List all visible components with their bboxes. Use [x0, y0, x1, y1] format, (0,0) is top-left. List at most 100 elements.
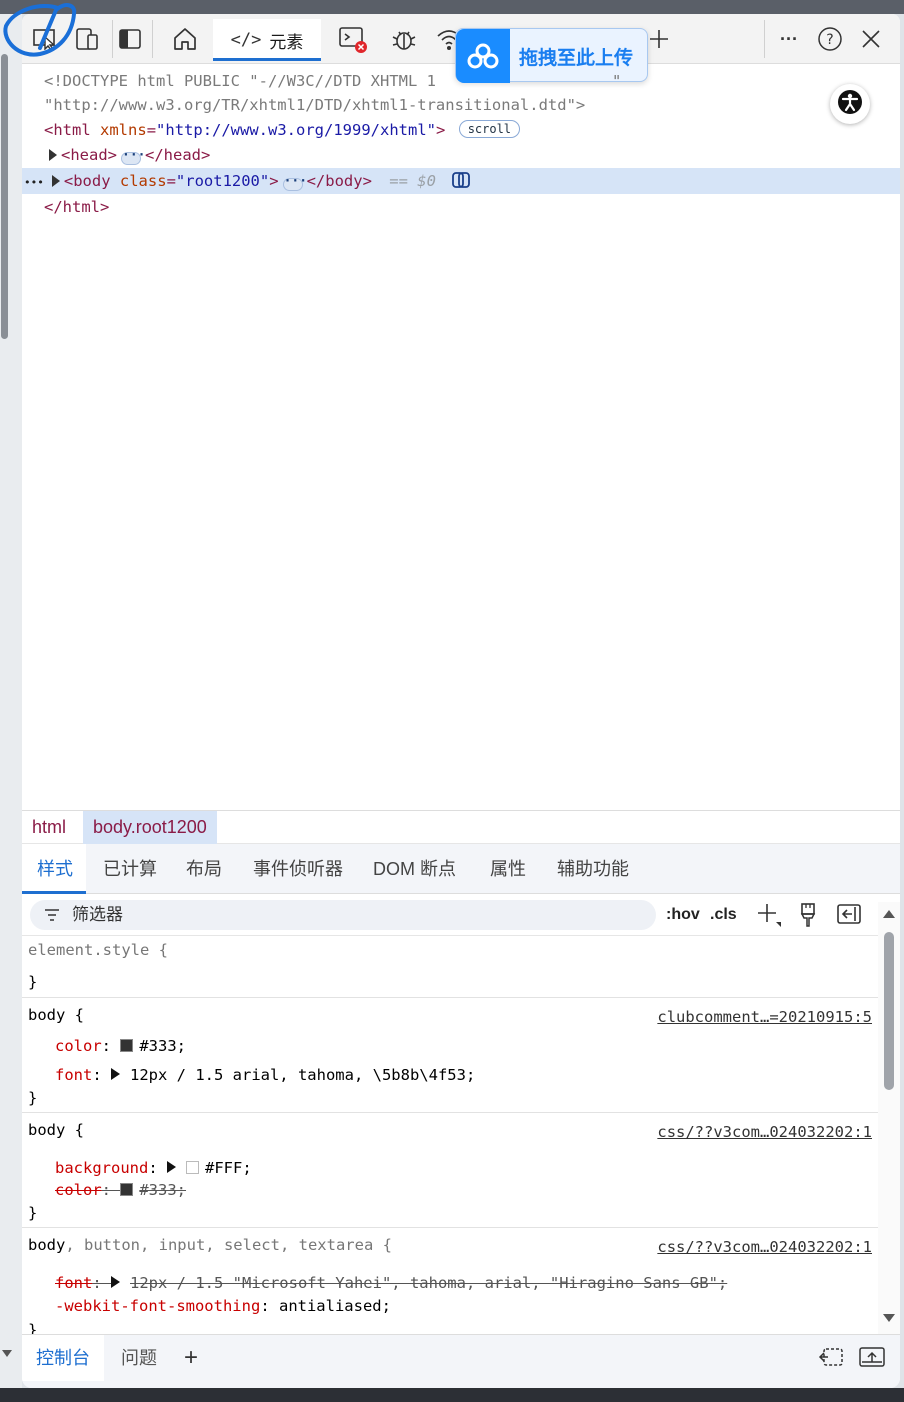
toolbar-divider — [152, 20, 153, 58]
console-error-icon[interactable] — [337, 24, 367, 54]
toolbar-divider — [112, 20, 113, 58]
tab-console[interactable]: 控制台 — [22, 1335, 104, 1381]
body-attr-name: class — [119, 172, 167, 190]
page-scroll-down-arrow[interactable] — [2, 1350, 12, 1357]
breadcrumb-body[interactable]: body.root1200 — [83, 811, 217, 844]
css-declaration-font-smoothing[interactable]: -webkit-font-smoothing: antialiased; — [55, 1294, 391, 1318]
class-toggle-button[interactable]: .cls — [710, 900, 737, 930]
tab-layout[interactable]: 布局 — [186, 844, 222, 894]
tab-elements-label: 元素 — [269, 32, 304, 52]
tab-issues[interactable]: 问题 — [121, 1335, 157, 1381]
accessibility-button[interactable] — [830, 84, 870, 124]
scroll-badge[interactable]: scroll — [458, 120, 521, 138]
collapsed-ellipsis[interactable]: ··· — [121, 149, 145, 165]
doctype-line-2[interactable]: "http://www.w3.org/TR/xhtml1/DTD/xhtml1-… — [22, 92, 900, 118]
page-left-edge — [0, 14, 22, 1388]
bug-icon[interactable] — [389, 24, 419, 54]
new-style-rule-icon[interactable] — [756, 902, 782, 932]
paint-brush-icon[interactable] — [799, 902, 817, 932]
row-options-dots[interactable]: ••• — [24, 176, 44, 189]
drawer-tabs: 控制台 问题 + — [22, 1334, 900, 1388]
css-declaration-background[interactable]: background: #FFF; — [55, 1156, 252, 1180]
add-tab-icon[interactable] — [644, 24, 674, 54]
rule-selector[interactable]: element.style { — [28, 938, 168, 962]
head-close-tag: </head> — [145, 146, 211, 164]
add-drawer-tab-button[interactable]: + — [184, 1335, 198, 1381]
scroll-up-arrow[interactable] — [883, 910, 895, 918]
expand-shorthand-icon[interactable] — [167, 1161, 176, 1173]
doctype-line[interactable]: <!DOCTYPE html PUBLIC "-//W3C//DTD XHTML… — [22, 68, 900, 94]
home-icon[interactable] — [170, 24, 200, 54]
body-attr-value: "root1200" — [175, 172, 270, 190]
scroll-down-arrow[interactable] — [883, 1314, 895, 1322]
doctype-dtd: "http://www.w3.org/TR/xhtml1/DTD/xhtml1-… — [44, 96, 586, 114]
tab-computed[interactable]: 已计算 — [103, 844, 157, 894]
dock-side-icon[interactable] — [115, 24, 145, 54]
help-icon[interactable]: ? — [815, 24, 845, 54]
styles-scrollbar-thumb[interactable] — [884, 932, 894, 1090]
screen: </> 元素 ··· ? 拖拽至此上传 <!DOCTYPE html PUBLI… — [0, 0, 904, 1402]
tab-elements[interactable]: </> 元素 — [213, 19, 321, 61]
css-declaration-font-overridden[interactable]: font: 12px / 1.5 "Microsoft Yahei", taho… — [55, 1271, 727, 1295]
css-declaration-color-overridden[interactable]: color: #333; — [55, 1178, 186, 1202]
tab-event-listeners[interactable]: 事件侦听器 — [253, 844, 343, 894]
rule-selector[interactable]: body { — [28, 1003, 84, 1027]
tab-accessibility[interactable]: 辅助功能 — [557, 844, 629, 894]
rule-close-brace: } — [28, 1089, 38, 1107]
more-options-icon[interactable]: ··· — [774, 24, 804, 54]
color-swatch[interactable] — [186, 1161, 199, 1174]
html-attr-value: "http://www.w3.org/1999/xhtml" — [156, 121, 436, 139]
dock-drawer-icon[interactable] — [818, 1345, 846, 1374]
tab-styles[interactable]: 样式 — [22, 844, 86, 894]
css-declaration-font[interactable]: font: 12px / 1.5 arial, tahoma, \5b8b\4f… — [55, 1063, 475, 1087]
breadcrumb: html body.root1200 — [22, 810, 900, 844]
rule-source-link[interactable]: css/??v3com…024032202:1 — [657, 1120, 872, 1144]
tab-properties[interactable]: 属性 — [490, 844, 526, 894]
css-declaration-color[interactable]: color: #333; — [55, 1034, 186, 1058]
rule-close-brace: } — [28, 1204, 38, 1222]
html-attr-name: xmlns — [100, 121, 147, 139]
body-tag: <body — [63, 172, 111, 190]
styles-scrollbar[interactable] — [878, 902, 900, 1334]
html-open-line[interactable]: <html xmlns="http://www.w3.org/1999/xhtm… — [22, 117, 900, 143]
browser-top-strip — [0, 0, 904, 14]
doctype-text-end: " — [611, 72, 622, 90]
html-close-line[interactable]: </html> — [22, 194, 900, 220]
rule-close-brace: } — [28, 973, 38, 991]
filter-input[interactable]: 筛选器 — [30, 900, 656, 930]
color-swatch[interactable] — [120, 1183, 134, 1196]
expand-arrow-icon[interactable] — [51, 175, 60, 187]
color-swatch[interactable] — [120, 1039, 134, 1052]
active-tab-indicator — [213, 58, 321, 61]
css-rule-body-inputs: body, button, input, select, textarea { … — [22, 1229, 878, 1334]
close-icon[interactable] — [856, 24, 886, 54]
css-rule-body-1: body { clubcomment…=20210915:5 color: #3… — [22, 999, 878, 1113]
body-line-selected[interactable]: ••• <body class="root1200"> ···</body> == … — [22, 168, 900, 194]
toggle-computed-sidebar-icon[interactable] — [836, 903, 862, 933]
tab-dom-breakpoints[interactable]: DOM 断点 — [373, 844, 456, 894]
devtools-panel: </> 元素 ··· ? 拖拽至此上传 <!DOCTYPE html PUBLI… — [22, 14, 900, 1388]
expand-shorthand-icon[interactable] — [111, 1276, 120, 1288]
expand-shorthand-icon[interactable] — [111, 1068, 120, 1080]
rule-source-link[interactable]: clubcomment…=20210915:5 — [657, 1005, 872, 1029]
svg-text:?: ? — [826, 32, 833, 48]
head-line[interactable]: <head> ···</head> — [22, 142, 900, 168]
rule-selector[interactable]: body, button, input, select, textarea { — [28, 1233, 392, 1257]
dom-tree: <!DOCTYPE html PUBLIC "-//W3C//DTD XHTML… — [22, 64, 900, 810]
pen-annotation-circle — [3, 3, 77, 57]
collapsed-ellipsis[interactable]: ··· — [282, 175, 307, 191]
styles-pane: element.style { } body { clubcomment…=20… — [22, 936, 882, 1334]
expand-arrow-icon[interactable] — [49, 149, 57, 161]
move-drawer-up-icon[interactable] — [858, 1345, 886, 1374]
rule-source-link[interactable]: css/??v3com…024032202:1 — [657, 1235, 872, 1259]
breadcrumb-html[interactable]: html — [22, 811, 76, 844]
hover-state-button[interactable]: :hov — [666, 900, 700, 930]
styles-sidebar-tabs: 样式 已计算 布局 事件侦听器 DOM 断点 属性 辅助功能 — [22, 844, 900, 894]
page-scrollbar-thumb[interactable] — [1, 54, 8, 339]
selected-node-marker: == $0 — [389, 172, 436, 190]
taskbar-strip — [0, 1388, 904, 1402]
css-rule-body-2: body { css/??v3com…024032202:1 backgroun… — [22, 1114, 878, 1228]
rule-selector[interactable]: body { — [28, 1118, 84, 1142]
head-tag: <head> — [61, 146, 117, 164]
filter-icon — [44, 908, 60, 927]
